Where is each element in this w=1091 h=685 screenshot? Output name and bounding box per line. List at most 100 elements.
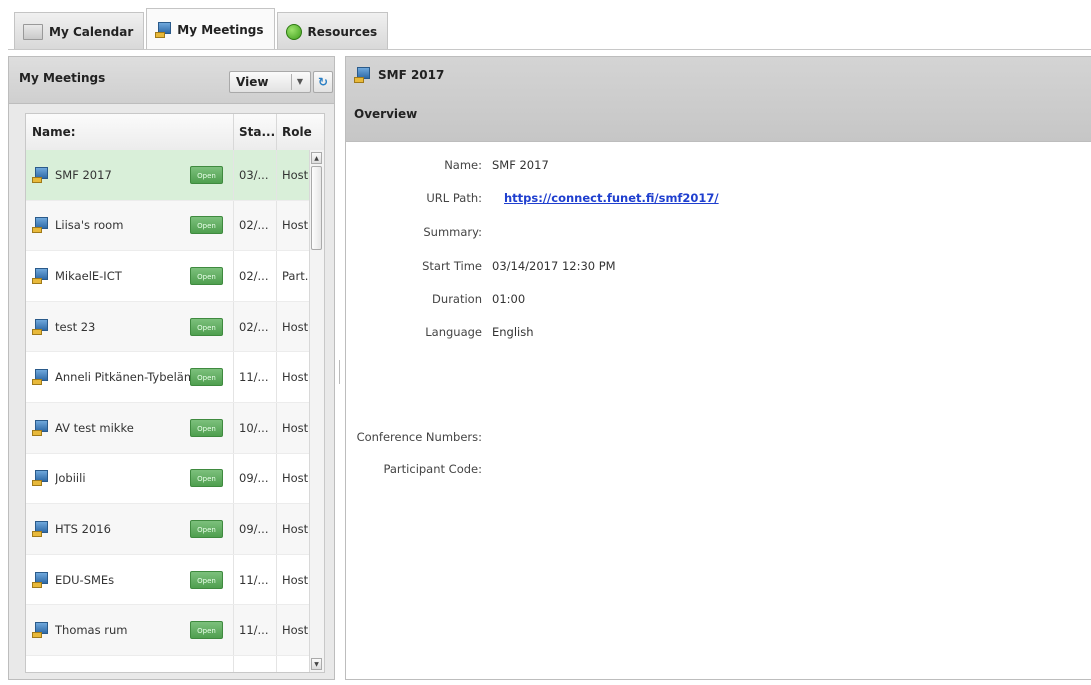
open-button[interactable]: Open [190, 216, 223, 235]
meeting-role: Host [276, 605, 311, 655]
view-dropdown[interactable]: View ▼ [229, 71, 311, 93]
start-time-label: Start Time [422, 259, 482, 273]
meeting-name: HTS 2016 [55, 521, 111, 536]
meeting-icon [155, 21, 172, 38]
table-row[interactable]: EDU-SMEs Open 11/... Host [26, 554, 311, 606]
url-label: URL Path: [426, 191, 482, 205]
meeting-icon [32, 520, 48, 537]
name-label: Name: [444, 158, 482, 172]
table-header: Name: Sta... Role [26, 114, 324, 151]
meeting-name: Thomas rum [55, 623, 128, 638]
cell-name: Liisa's room Open [26, 201, 233, 251]
column-header-start[interactable]: Sta... [233, 114, 276, 150]
meeting-start: 03/... [233, 150, 276, 200]
cell-name: Open [26, 656, 233, 672]
meeting-role: Host [276, 352, 311, 402]
tab-bar: My Calendar My Meetings Resources [14, 8, 390, 50]
url-link[interactable]: https://connect.funet.fi/smf2017/ [504, 191, 719, 205]
meeting-start: 02/... [233, 200, 276, 251]
table-row[interactable]: AV test mikke Open 10/... Host [26, 402, 311, 454]
table-row[interactable]: Open [26, 655, 311, 672]
column-header-name[interactable]: Name: [26, 125, 233, 139]
meeting-start: 11/... [233, 554, 276, 605]
open-button[interactable]: Open [190, 671, 223, 672]
conference-numbers-label: Conference Numbers: [356, 430, 482, 444]
detail-start-time: Start Time 03/14/2017 12:30 PM [346, 256, 1046, 276]
meeting-start: 02/... [233, 251, 276, 301]
refresh-button[interactable]: ↻ [313, 71, 333, 93]
open-button[interactable]: Open [190, 469, 223, 488]
meeting-icon [32, 217, 48, 234]
table-body: SMF 2017 Open 03/... Host Liisa's room Open 02… [26, 150, 316, 672]
meeting-role: Host [276, 453, 311, 504]
panel-title: My Meetings [19, 71, 106, 85]
vertical-scrollbar[interactable]: ▲ ▼ [309, 150, 324, 672]
my-meetings-panel: My Meetings View ▼ ↻ Name: Sta... Role S… [8, 56, 335, 680]
meeting-start [233, 655, 276, 672]
open-button[interactable]: Open [190, 317, 223, 336]
meeting-name: MikaelE-ICT [55, 268, 122, 283]
open-button[interactable]: Open [190, 519, 223, 538]
table-row[interactable]: HTS 2016 Open 09/... Host [26, 504, 311, 555]
meeting-icon [32, 622, 48, 639]
meeting-name: Jobiili [55, 471, 86, 486]
table-row[interactable]: Thomas rum Open 11/... Host [26, 605, 311, 656]
summary-label: Summary: [423, 225, 482, 239]
table-row[interactable]: Jobiili Open 09/... Host [26, 453, 311, 505]
detail-language: Language English [346, 322, 1046, 342]
overview-heading: Overview [354, 107, 418, 121]
open-button[interactable]: Open [190, 266, 223, 285]
meeting-role: Host [276, 504, 311, 554]
tab-my-calendar[interactable]: My Calendar [14, 12, 145, 50]
meeting-name: AV test mikke [55, 420, 134, 435]
meeting-name: EDU-SMEs [55, 572, 115, 587]
table-row[interactable]: Liisa's room Open 02/... Host [26, 200, 311, 252]
chevron-down-icon: ▼ [291, 74, 308, 90]
meeting-title: SMF 2017 [354, 67, 444, 83]
tab-divider [8, 49, 1091, 50]
column-header-role[interactable]: Role [276, 114, 312, 150]
open-button[interactable]: Open [190, 621, 223, 640]
view-dropdown-value: View [236, 75, 269, 89]
tab-resources[interactable]: Resources [276, 12, 389, 50]
detail-url: URL Path: https://connect.funet.fi/smf20… [346, 188, 1046, 208]
cell-name: EDU-SMEs Open [26, 555, 233, 605]
cell-name: Anneli Pitkänen-Tybeläm... Open [26, 352, 233, 402]
meeting-details-panel: SMF 2017 Overview Name: SMF 2017 URL Pat… [345, 56, 1091, 680]
duration-label: Duration [432, 292, 482, 306]
meeting-start: 02/... [233, 301, 276, 352]
meeting-name: SMF 2017 [55, 167, 112, 182]
panel-splitter[interactable] [338, 360, 342, 384]
meeting-icon [32, 419, 48, 436]
name-value: SMF 2017 [492, 158, 549, 172]
open-button[interactable]: Open [190, 368, 223, 387]
meeting-name: test 23 [55, 319, 96, 334]
tab-label: My Calendar [49, 24, 134, 39]
table-row[interactable]: SMF 2017 Open 03/... Host [26, 150, 311, 201]
scroll-down-arrow-icon[interactable]: ▼ [311, 658, 322, 670]
detail-duration: Duration 01:00 [346, 289, 1046, 309]
meeting-start: 11/... [233, 352, 276, 402]
cell-name: Thomas rum Open [26, 605, 233, 655]
cell-name: Jobiili Open [26, 454, 233, 504]
open-button[interactable]: Open [190, 570, 223, 589]
table-row[interactable]: Anneli Pitkänen-Tybeläm... Open 11/... Host [26, 352, 311, 403]
start-time-value: 03/14/2017 12:30 PM [492, 259, 616, 273]
resources-icon [285, 23, 302, 40]
meeting-start: 09/... [233, 453, 276, 504]
scroll-up-arrow-icon[interactable]: ▲ [311, 152, 322, 164]
details-body: Name: SMF 2017 URL Path: https://connect… [346, 141, 1091, 679]
table-row[interactable]: test 23 Open 02/... Host [26, 301, 311, 353]
details-header: SMF 2017 Overview [346, 57, 1091, 142]
open-button[interactable]: Open [190, 165, 223, 184]
meeting-icon [32, 166, 48, 183]
language-label: Language [425, 325, 482, 339]
table-row[interactable]: MikaelE-ICT Open 02/... Part... [26, 251, 316, 302]
meeting-role: Host [276, 402, 311, 453]
tab-my-meetings[interactable]: My Meetings [146, 8, 275, 50]
open-button[interactable]: Open [190, 418, 223, 437]
meetings-table: Name: Sta... Role SMF 2017 Open 03/... Host… [25, 113, 325, 673]
scroll-thumb[interactable] [311, 166, 322, 250]
detail-participant-code: Participant Code: [346, 459, 1046, 479]
meeting-role: Part... [276, 251, 316, 301]
